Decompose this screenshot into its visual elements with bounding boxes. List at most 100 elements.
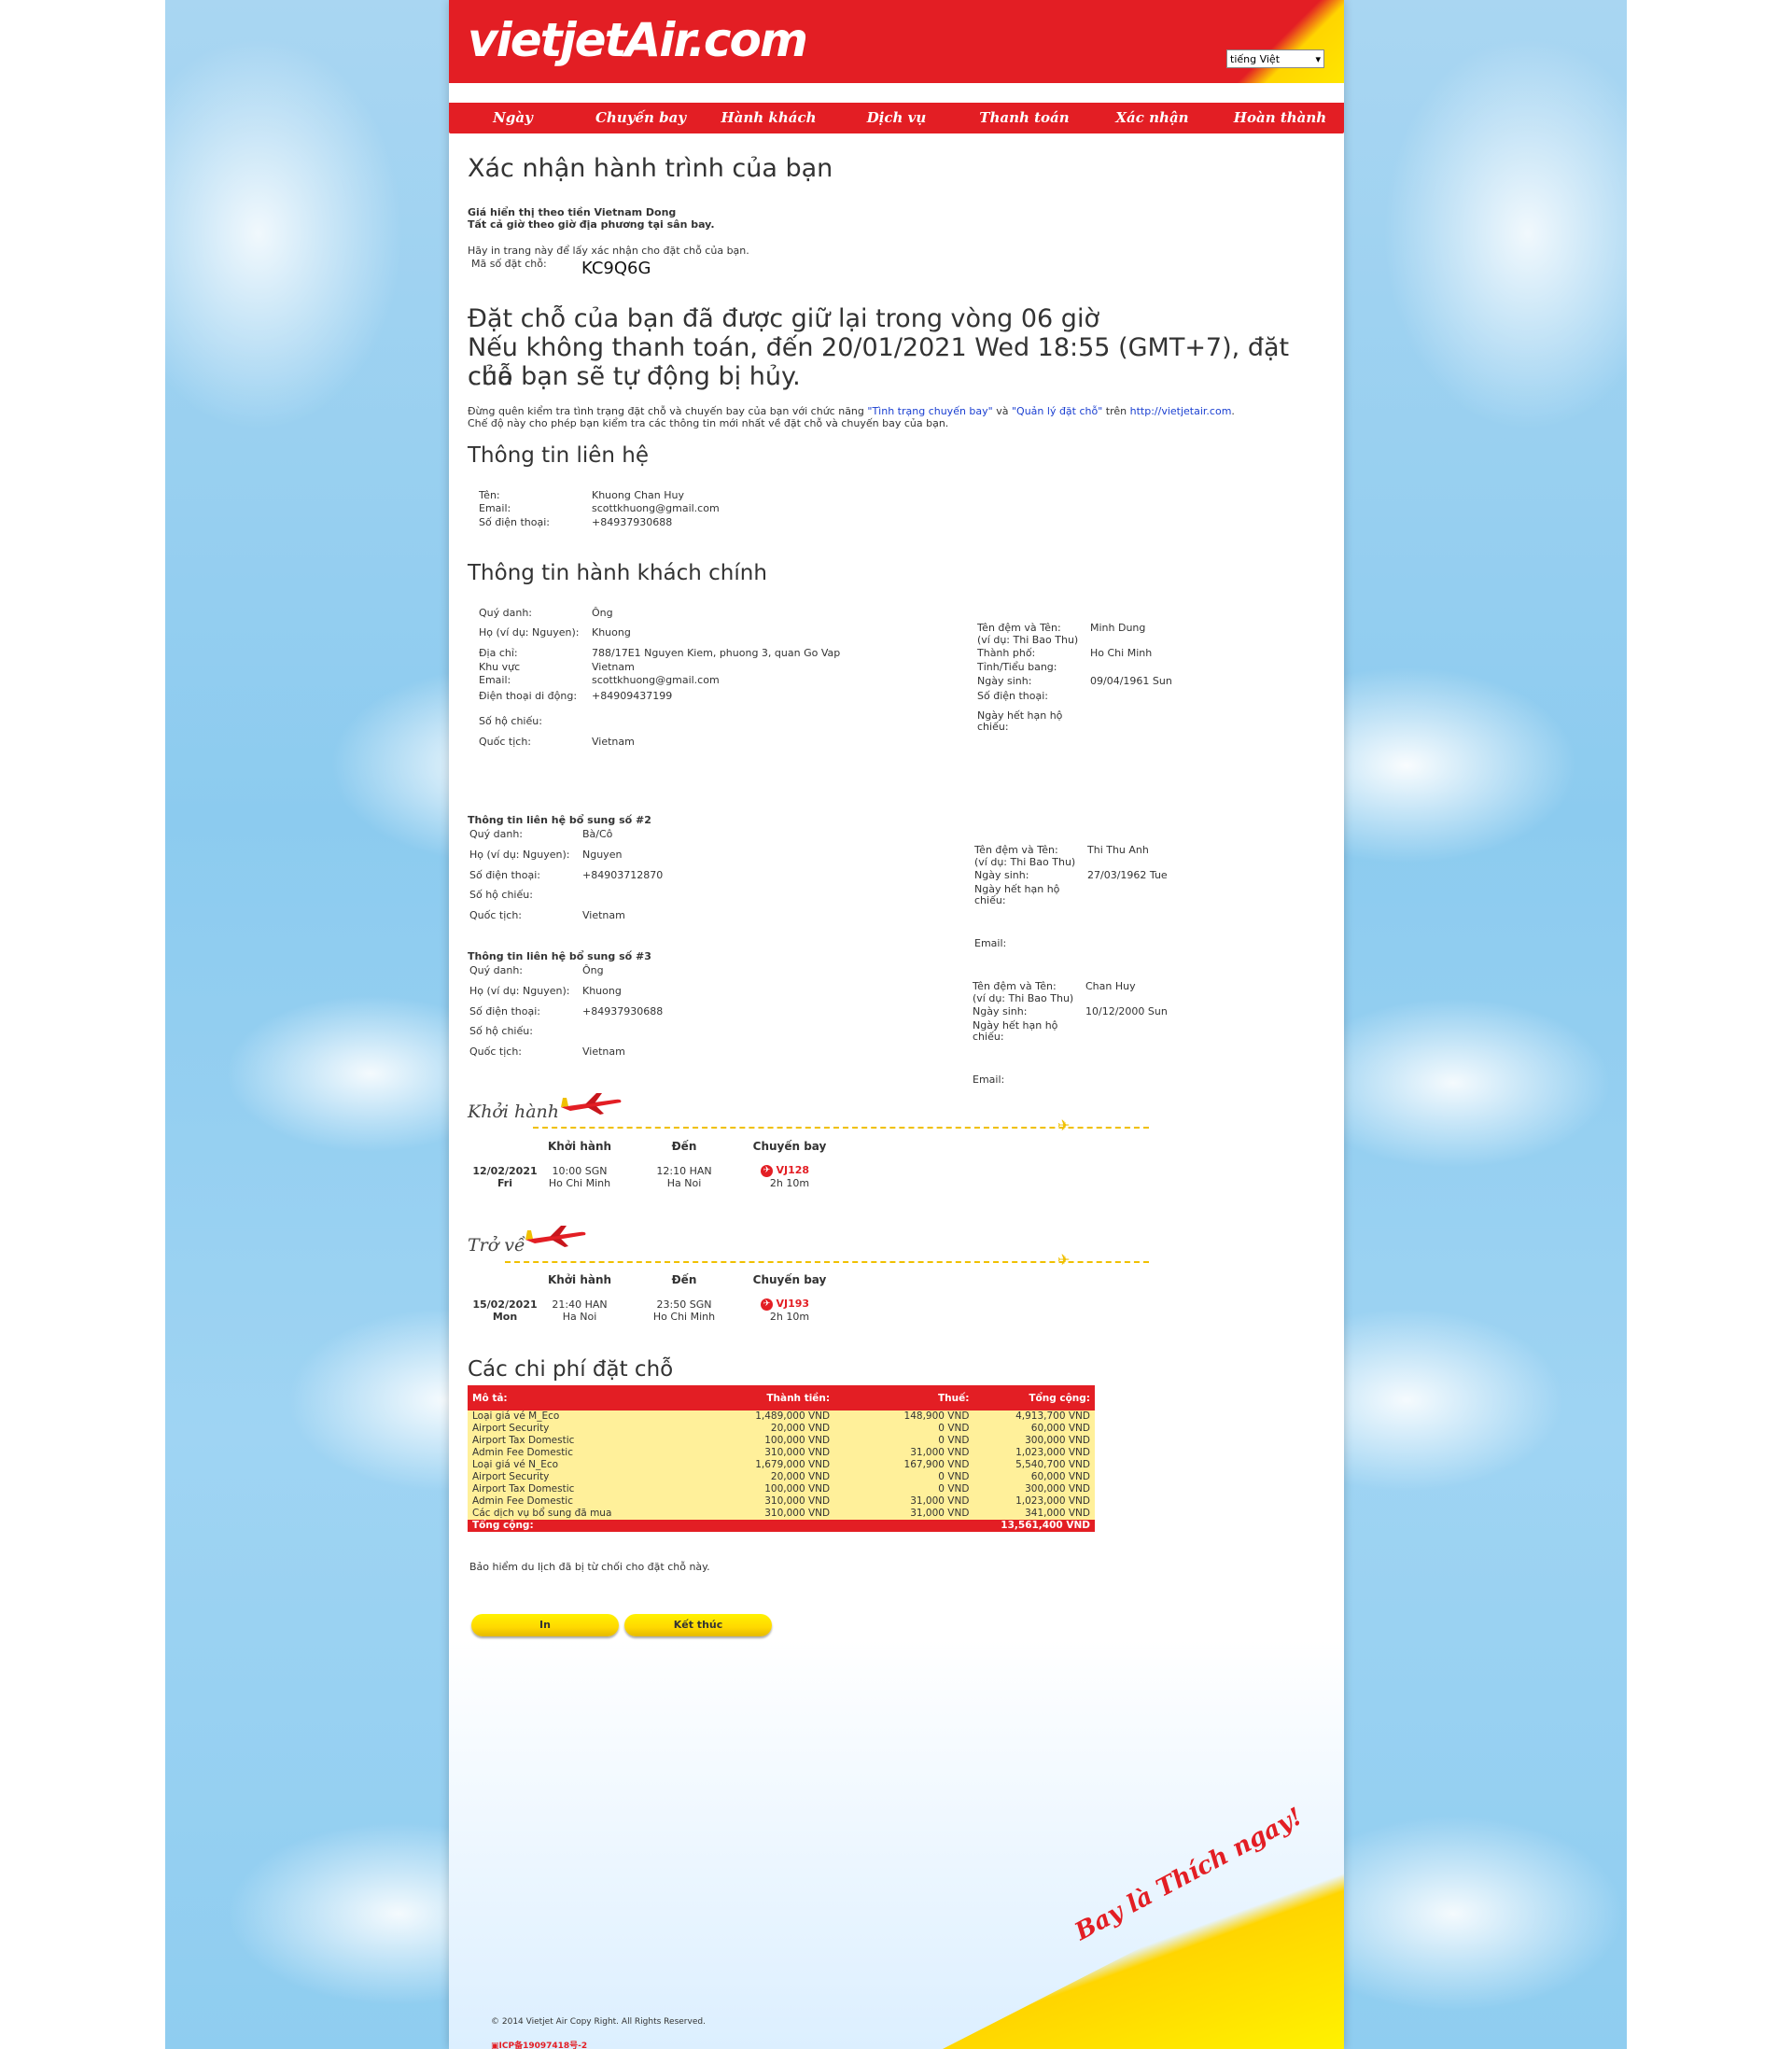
cost-row: Airport Tax Domestic 100,000 VND 0 VND 300,…	[468, 1435, 1095, 1447]
reminder-line1: Đừng quên kiểm tra tình trạng đặt chỗ và…	[468, 405, 1235, 417]
extra3-given: Chan Huy	[1085, 980, 1136, 992]
extra2-passport-label: Số hộ chiếu:	[469, 889, 533, 901]
extra3-heading: Thông tin liên hệ bổ sung số #3	[468, 950, 651, 962]
step-confirm[interactable]: Xác nhận	[1088, 103, 1216, 133]
costs-col-description: Mô tả:	[468, 1385, 700, 1410]
mp-city: Ho Chi Minh	[1090, 647, 1153, 659]
icp-badge-icon: ▣	[491, 2042, 499, 2049]
mp-nationality-label: Quốc tịch:	[479, 736, 531, 748]
cost-description: Airport Tax Domestic	[468, 1483, 700, 1495]
costs-heading: Các chi phí đặt chỗ	[468, 1357, 674, 1382]
outbound-arrive-header: Đến	[671, 1140, 697, 1153]
extra2-surname-label: Họ (ví dụ: Nguyen):	[469, 849, 570, 861]
print-button[interactable]: In	[471, 1614, 619, 1636]
time-note: Tất cả giờ theo giờ địa phương tại sân b…	[468, 218, 715, 231]
extra3-given-example: (ví dụ: Thi Bao Thu)	[973, 992, 1074, 1004]
extra2-title-label: Quý danh:	[469, 828, 524, 840]
vietjet-logo[interactable]: vietjetAir.com	[468, 13, 808, 67]
outbound-arr-city: Ha Noi	[666, 1177, 702, 1189]
outbound-flight-marker: ✈ VJ128	[761, 1164, 809, 1177]
cost-total: 1,023,000 VND	[973, 1495, 1095, 1508]
cost-description: Admin Fee Domestic	[468, 1495, 700, 1508]
vietjet-flight-icon: ✈	[761, 1164, 773, 1177]
outbound-duration: 2h 10m	[769, 1177, 810, 1189]
cost-tax: 31,000 VND	[834, 1495, 974, 1508]
footer-accent	[943, 1844, 1344, 2049]
costs-header-row: Mô tả: Thành tiền: Thuế: Tổng cộng:	[468, 1385, 1095, 1410]
cost-amount: 310,000 VND	[699, 1495, 835, 1508]
vietjet-site-link[interactable]: http://vietjetair.com	[1130, 405, 1232, 417]
cost-tax: 167,900 VND	[834, 1459, 974, 1471]
costs-body: Loại giá vé M_Eco 1,489,000 VND 148,900 VN…	[468, 1410, 1095, 1532]
hold-message-line1: Đặt chỗ của bạn đã được giữ lại trong vò…	[468, 304, 1099, 333]
cost-description: Admin Fee Domestic	[468, 1447, 700, 1459]
cost-row: Admin Fee Domestic 310,000 VND 31,000 VND 1…	[468, 1495, 1095, 1508]
cost-total: 5,540,700 VND	[973, 1459, 1095, 1471]
mp-email-label: Email:	[479, 674, 511, 686]
language-select[interactable]: tiếng Việt ▾	[1226, 49, 1324, 68]
extra2-dob: 27/03/1962 Tue	[1087, 869, 1168, 881]
outbound-title: Khởi hành	[468, 1102, 560, 1122]
extra3-given-label: Tên đệm và Tên:	[973, 980, 1057, 992]
extra2-title: Bà/Cô	[582, 828, 613, 840]
mp-given-example: (ví dụ: Thi Bao Thu)	[977, 634, 1079, 646]
chevron-down-icon: ▾	[1315, 52, 1321, 65]
extra3-phone: +84937930688	[582, 1005, 664, 1017]
mp-title: Ông	[592, 607, 613, 619]
flight-status-link[interactable]: "Tình trạng chuyến bay"	[867, 405, 992, 417]
cost-total: 1,023,000 VND	[973, 1447, 1095, 1459]
extra3-email-label: Email:	[973, 1074, 1005, 1086]
contact-email: scottkhuong@gmail.com	[592, 502, 720, 514]
outbound-depart-header: Khởi hành	[547, 1140, 612, 1153]
return-divider	[505, 1261, 1149, 1263]
cost-amount: 100,000 VND	[699, 1435, 835, 1447]
costs-table: Mô tả: Thành tiền: Thuế: Tổng cộng: Loại…	[468, 1385, 1095, 1532]
cost-amount: 310,000 VND	[699, 1508, 835, 1520]
return-flight-marker: ✈ VJ193	[761, 1298, 809, 1311]
manage-booking-link[interactable]: "Quản lý đặt chỗ"	[1012, 405, 1102, 417]
mp-address: 788/17E1 Nguyen Kiem, phuong 3, quan Go …	[592, 647, 841, 659]
extra2-phone: +84903712870	[582, 869, 664, 881]
outbound-dep-city: Ho Chi Minh	[548, 1177, 611, 1189]
extra2-expiry-label2: chiếu:	[974, 894, 1006, 906]
reminder-period: .	[1231, 405, 1235, 417]
step-date[interactable]: Ngày	[449, 103, 577, 133]
contact-heading: Thông tin liên hệ	[468, 443, 650, 468]
cost-total: 300,000 VND	[973, 1435, 1095, 1447]
return-flight-header: Chuyến bay	[752, 1273, 827, 1286]
outbound-flight-number[interactable]: VJ128	[777, 1164, 810, 1176]
plane-end-icon: ✈	[1057, 1251, 1071, 1269]
extra3-nationality-label: Quốc tịch:	[469, 1046, 522, 1058]
cost-grand-total: 13,561,400 VND	[699, 1520, 1095, 1532]
cost-description: Airport Tax Domestic	[468, 1435, 700, 1447]
finish-button[interactable]: Kết thúc	[624, 1614, 772, 1636]
extra2-dob-label: Ngày sinh:	[974, 869, 1029, 881]
mp-given-label: Tên đệm và Tên:	[977, 622, 1061, 634]
cost-amount: 20,000 VND	[699, 1423, 835, 1435]
step-passenger[interactable]: Hành khách	[705, 103, 833, 133]
extra2-given-label: Tên đệm và Tên:	[974, 844, 1058, 856]
mp-surname: Khuong	[592, 626, 631, 639]
extra2-nationality: Vietnam	[582, 909, 625, 921]
extra3-phone-label: Số điện thoại:	[469, 1005, 541, 1017]
extra2-phone-label: Số điện thoại:	[469, 869, 541, 881]
cost-tax: 0 VND	[834, 1483, 974, 1495]
hold-message-line3: của bạn sẽ tự động bị hủy.	[468, 362, 801, 391]
mp-nationality: Vietnam	[592, 736, 635, 748]
cost-amount: 20,000 VND	[699, 1471, 835, 1483]
mp-mobile-label: Điện thoại di động:	[479, 690, 578, 702]
step-flight[interactable]: Chuyến bay	[577, 103, 705, 133]
header-accent	[1232, 0, 1344, 83]
step-payment[interactable]: Thanh toán	[960, 103, 1088, 133]
return-dep-time: 21:40 HAN	[552, 1298, 608, 1311]
extra3-surname-label: Họ (ví dụ: Nguyen):	[469, 985, 570, 997]
costs-col-total: Tổng cộng:	[973, 1385, 1095, 1410]
plane-icon	[525, 1226, 586, 1247]
step-services[interactable]: Dịch vụ	[833, 103, 960, 133]
extra3-nationality: Vietnam	[582, 1046, 625, 1058]
contact-phone-label: Số điện thoại:	[479, 516, 551, 528]
return-flight-number[interactable]: VJ193	[777, 1298, 810, 1310]
icp-license[interactable]: ▣ICP备19097418号-2	[491, 2039, 587, 2049]
step-complete[interactable]: Hoàn thành	[1216, 103, 1344, 133]
insurance-note: Bảo hiểm du lịch đã bị từ chối cho đặt c…	[469, 1561, 710, 1573]
